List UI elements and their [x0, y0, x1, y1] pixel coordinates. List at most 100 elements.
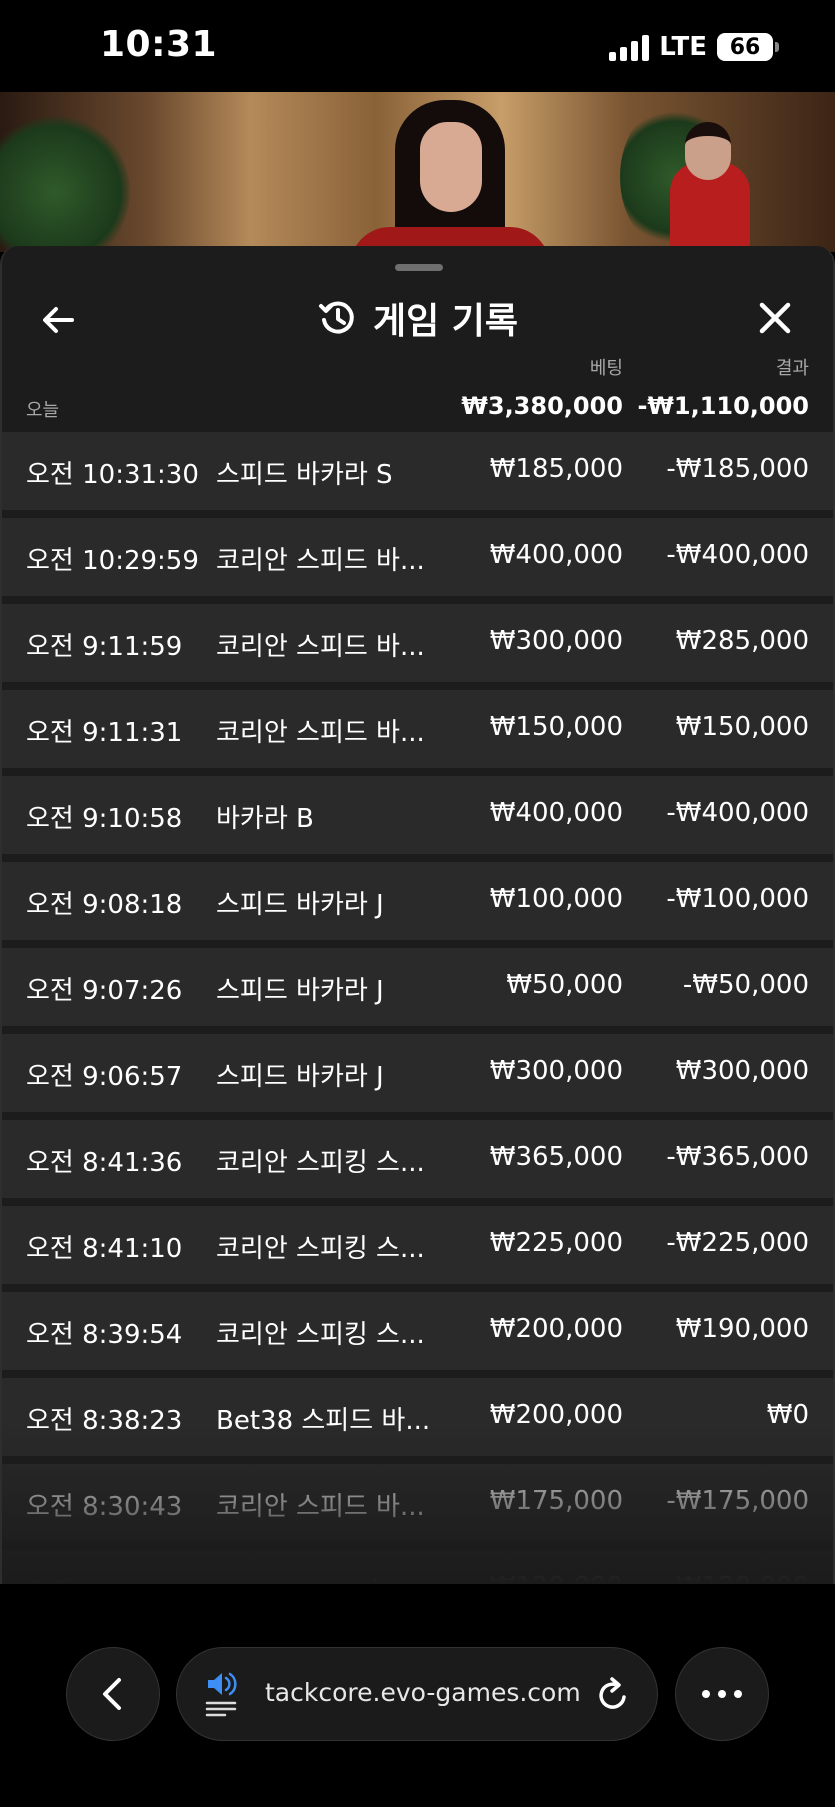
- row-result: ₩0: [766, 1400, 809, 1430]
- row-bet: ₩150,000: [489, 712, 623, 742]
- row-game: 코리안 스피킹 스...: [216, 1320, 425, 1350]
- row-result: ₩285,000: [675, 626, 809, 656]
- total-result: -₩1,110,000: [637, 392, 809, 420]
- title-group: 게임 기록: [2, 292, 833, 344]
- row-result: ₩150,000: [675, 712, 809, 742]
- row-bet: ₩175,000: [489, 1486, 623, 1516]
- live-video-feed: [0, 92, 835, 252]
- row-game: 스피드 바카라 J: [216, 890, 384, 920]
- side-person-head: [685, 122, 731, 180]
- row-time: 오전 9:11:31: [26, 718, 183, 748]
- row-time: 오전 10:29:59: [26, 546, 199, 576]
- more-icon: [702, 1690, 742, 1698]
- row-time: 오전 9:10:58: [26, 804, 183, 834]
- row-bet: ₩200,000: [489, 1314, 623, 1344]
- reload-icon[interactable]: [595, 1676, 631, 1714]
- status-indicators: LTE 66: [609, 32, 779, 62]
- history-row[interactable]: 오전 9:11:31 코리안 스피드 바... ₩150,000 ₩150,000: [2, 690, 833, 768]
- row-time: 오전 9:11:59: [26, 632, 183, 662]
- row-bet: ₩225,000: [489, 1228, 623, 1258]
- row-time: 오전 8:30:43: [26, 1492, 183, 1522]
- row-result: -₩50,000: [682, 970, 809, 1000]
- game-history-panel: 게임 기록 베팅 결과 오늘 ₩3,380,000 -₩1,110,000 오전…: [0, 246, 835, 1584]
- row-bet: ₩400,000: [489, 540, 623, 570]
- history-row[interactable]: 오전 10:29:59 코리안 스피드 바... ₩400,000 -₩400,000: [2, 518, 833, 596]
- row-bet: ₩50,000: [506, 970, 623, 1000]
- history-row[interactable]: 오전 9:06:57 스피드 바카라 J ₩300,000 ₩300,000: [2, 1034, 833, 1112]
- plant-decoration: [0, 112, 130, 252]
- row-time: 오전 8:41:10: [26, 1234, 183, 1264]
- row-game: 코리안 스피드 바...: [216, 632, 425, 662]
- row-game: 스피드 바카라 J: [216, 1062, 384, 1092]
- status-bar: 10:31 LTE 66: [0, 0, 835, 92]
- more-button[interactable]: [675, 1647, 769, 1741]
- signal-icon: [609, 33, 650, 61]
- row-bet: ₩400,000: [489, 798, 623, 828]
- history-row[interactable]: 오전 8:41:10 코리안 스피킹 스... ₩225,000 -₩225,000: [2, 1206, 833, 1284]
- row-result: -₩175,000: [666, 1486, 809, 1516]
- history-row[interactable]: 오전 8:41:36 코리안 스피킹 스... ₩365,000 -₩365,000: [2, 1120, 833, 1198]
- row-result: -₩400,000: [666, 540, 809, 570]
- page-title: 게임 기록: [372, 301, 518, 342]
- network-label: LTE: [659, 32, 707, 62]
- history-row[interactable]: 오전 9:11:59 코리안 스피드 바... ₩300,000 ₩285,000: [2, 604, 833, 682]
- row-result: -₩225,000: [666, 1228, 809, 1258]
- browser-back-button[interactable]: [66, 1647, 160, 1741]
- bet-column-header: 베팅: [589, 358, 623, 379]
- history-icon: [317, 298, 357, 338]
- row-game: 코리안 스피킹 스...: [216, 1234, 425, 1264]
- row-time: 오전 8:29:12: [26, 1572, 182, 1584]
- row-game: Bet38 스피드 바...: [216, 1406, 431, 1436]
- url-text: tackcore.evo-games.com: [265, 1678, 581, 1707]
- browser-toolbar: tackcore.evo-games.com: [0, 1584, 835, 1807]
- row-bet: ₩120,000: [490, 1572, 623, 1584]
- status-time: 10:31: [100, 24, 218, 65]
- history-row[interactable]: 오전 8:39:54 코리안 스피킹 스... ₩200,000 ₩190,000: [2, 1292, 833, 1370]
- drag-handle[interactable]: [395, 264, 443, 271]
- result-column-header: 결과: [775, 358, 809, 379]
- row-result: -₩100,000: [666, 884, 809, 914]
- row-game: 바카라 B: [216, 804, 314, 834]
- history-row[interactable]: 오전 8:29:12 Dynasty 스피드 ... ₩120,000 -₩120,0…: [2, 1550, 833, 1584]
- panel-header: 게임 기록: [2, 286, 833, 356]
- row-result: -₩365,000: [666, 1142, 809, 1172]
- row-result: ₩300,000: [675, 1056, 809, 1086]
- total-bet: ₩3,380,000: [461, 392, 623, 420]
- battery-level: 66: [729, 34, 761, 60]
- row-bet: ₩100,000: [489, 884, 623, 914]
- row-game: 코리안 스피드 바...: [216, 1492, 425, 1522]
- row-game: 스피드 바카라 J: [216, 976, 384, 1006]
- summary-row: 베팅 결과 오늘 ₩3,380,000 -₩1,110,000: [2, 354, 833, 432]
- row-game: 코리안 스피드 바...: [216, 546, 425, 576]
- row-time: 오전 9:08:18: [26, 890, 183, 920]
- row-time: 오전 9:06:57: [26, 1062, 183, 1092]
- history-row[interactable]: 오전 9:08:18 스피드 바카라 J ₩100,000 -₩100,000: [2, 862, 833, 940]
- row-game: 스피드 바카라 S: [216, 460, 393, 490]
- speaker-icon[interactable]: [205, 1670, 239, 1718]
- row-time: 오전 8:39:54: [26, 1320, 183, 1350]
- row-bet: ₩200,000: [489, 1400, 623, 1430]
- row-bet: ₩300,000: [489, 626, 623, 656]
- row-time: 오전 10:31:30: [26, 460, 199, 490]
- history-row[interactable]: 오전 8:30:43 코리안 스피드 바... ₩175,000 -₩175,000: [2, 1464, 833, 1542]
- row-game: 코리안 스피킹 스...: [216, 1148, 425, 1178]
- history-row[interactable]: 오전 9:10:58 바카라 B ₩400,000 -₩400,000: [2, 776, 833, 854]
- row-game: Dynasty 스피드 ...: [216, 1572, 436, 1584]
- row-time: 오전 9:07:26: [26, 976, 183, 1006]
- history-row[interactable]: 오전 10:31:30 스피드 바카라 S ₩185,000 -₩185,000: [2, 432, 833, 510]
- row-time: 오전 8:38:23: [26, 1406, 183, 1436]
- row-bet: ₩365,000: [489, 1142, 623, 1172]
- row-result: -₩185,000: [666, 454, 809, 484]
- battery-icon: 66: [717, 33, 779, 61]
- close-icon[interactable]: [755, 298, 795, 338]
- history-row[interactable]: 오전 8:38:23 Bet38 스피드 바... ₩200,000 ₩0: [2, 1378, 833, 1456]
- address-bar[interactable]: tackcore.evo-games.com: [176, 1647, 658, 1741]
- row-bet: ₩300,000: [489, 1056, 623, 1086]
- row-game: 코리안 스피드 바...: [216, 718, 425, 748]
- row-result: ₩190,000: [675, 1314, 809, 1344]
- history-row[interactable]: 오전 9:07:26 스피드 바카라 J ₩50,000 -₩50,000: [2, 948, 833, 1026]
- row-bet: ₩185,000: [489, 454, 623, 484]
- history-list: 오전 10:31:30 스피드 바카라 S ₩185,000 -₩185,000 오전…: [2, 432, 833, 1584]
- row-result: -₩120,000: [666, 1572, 809, 1584]
- chevron-left-icon: [103, 1678, 121, 1710]
